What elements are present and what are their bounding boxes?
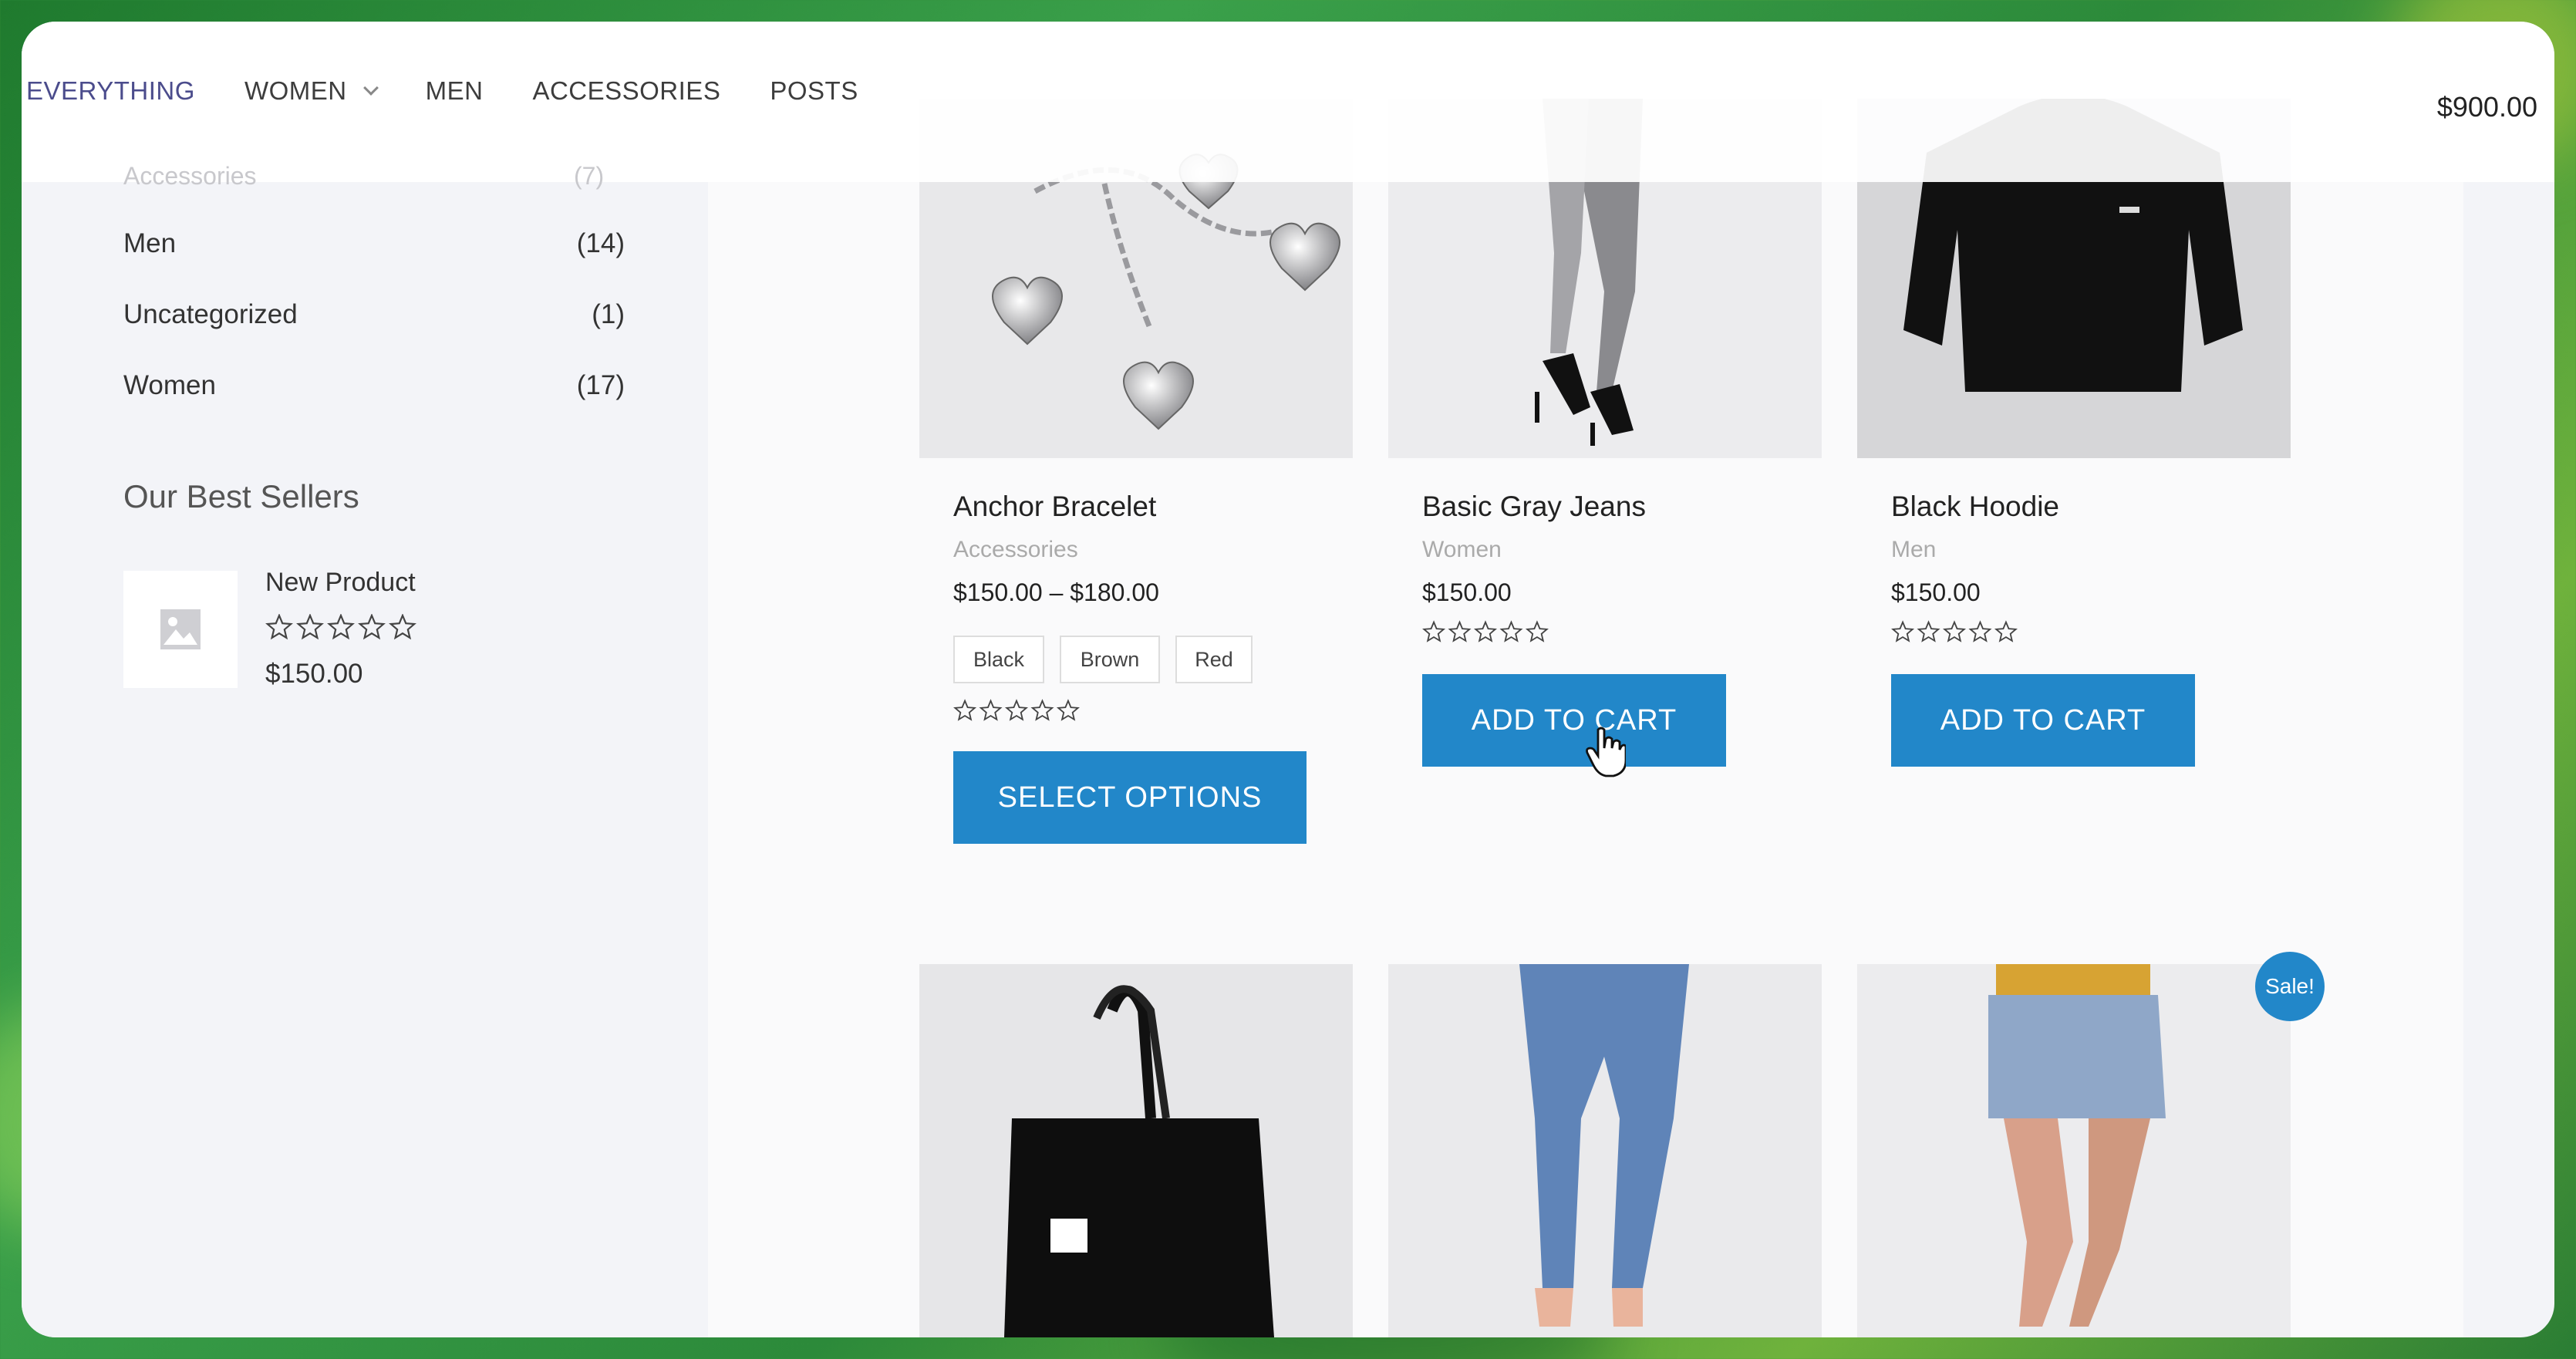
product-image-handbag[interactable]: [919, 964, 1353, 1337]
swatch-black[interactable]: Black: [953, 636, 1044, 683]
product-price: $150.00: [1422, 578, 1512, 606]
product-grid: Anchor Bracelet Accessories $150.00 – $1…: [708, 22, 2463, 1337]
star-icon: [1056, 699, 1080, 721]
sidebar-category-uncategorized[interactable]: Uncategorized (1): [123, 299, 625, 330]
star-icon: [1891, 620, 1915, 642]
star-icon: [389, 613, 416, 640]
star-icon: [1994, 620, 2018, 642]
product-category[interactable]: Accessories: [953, 537, 1078, 563]
star-icon: [1525, 620, 1549, 642]
star-rating-icon: [265, 613, 416, 646]
product-category[interactable]: Women: [1422, 537, 1502, 563]
star-icon: [979, 699, 1003, 721]
product-title[interactable]: Anchor Bracelet: [953, 491, 1156, 523]
star-icon: [1968, 620, 1992, 642]
star-icon: [327, 613, 355, 640]
best-sellers-title: Our Best Sellers: [123, 478, 359, 514]
swatch-red[interactable]: Red: [1175, 636, 1253, 683]
star-icon: [265, 613, 293, 640]
placeholder-image-icon[interactable]: [123, 571, 238, 688]
nav-men[interactable]: MEN: [426, 76, 484, 106]
star-icon: [953, 699, 977, 721]
star-icon: [1004, 699, 1029, 721]
star-icon: [1499, 620, 1523, 642]
category-count: (14): [576, 228, 625, 258]
add-to-cart-button[interactable]: ADD TO CART: [1891, 674, 2195, 767]
star-rating-icon: [953, 699, 1080, 727]
swatch-brown[interactable]: Brown: [1060, 636, 1160, 683]
sale-badge: Sale!: [2255, 952, 2325, 1021]
star-icon: [1473, 620, 1498, 642]
star-icon: [1942, 620, 1967, 642]
best-seller-price: $150.00: [265, 659, 363, 689]
sidebar: Men (14) Uncategorized (1) Women (17) Ou…: [22, 22, 708, 1337]
cart-total[interactable]: $900.00: [2437, 91, 2537, 123]
chevron-down-icon: [362, 80, 379, 96]
category-name[interactable]: Uncategorized: [123, 299, 298, 330]
category-count: (17): [576, 370, 625, 400]
browser-frame: Men (14) Uncategorized (1) Women (17) Ou…: [22, 22, 2554, 1337]
category-count: (1): [592, 299, 625, 329]
product-category[interactable]: Men: [1891, 537, 1936, 563]
category-name[interactable]: Men: [123, 228, 176, 259]
nav-posts[interactable]: POSTS: [770, 76, 858, 106]
sidebar-category-men[interactable]: Men (14): [123, 228, 625, 259]
category-name[interactable]: Women: [123, 370, 216, 401]
category-count: (7): [574, 162, 605, 190]
product-price: $150.00: [1891, 578, 1981, 606]
product-title[interactable]: Basic Gray Jeans: [1422, 491, 1646, 523]
product-image-blue-jeans[interactable]: [1388, 964, 1822, 1337]
star-icon: [358, 613, 386, 640]
product-price: $150.00 – $180.00: [953, 578, 1159, 606]
add-to-cart-button[interactable]: ADD TO CART: [1422, 674, 1726, 767]
nav-accessories[interactable]: ACCESSORIES: [532, 76, 720, 106]
top-navigation: EVERYTHING WOMEN MEN ACCESSORIES POSTS $…: [22, 22, 2554, 182]
star-rating-icon: [1422, 620, 1549, 649]
nav-everything[interactable]: EVERYTHING: [26, 76, 195, 106]
star-icon: [1917, 620, 1940, 642]
star-rating-icon: [1891, 620, 2018, 649]
star-icon: [1030, 699, 1054, 721]
sidebar-category-accessories[interactable]: Accessories: [123, 162, 257, 191]
nav-women[interactable]: WOMEN: [244, 76, 379, 106]
product-title[interactable]: Black Hoodie: [1891, 491, 2059, 523]
hand-cursor-icon: [1586, 727, 1627, 783]
best-seller-name[interactable]: New Product: [265, 568, 416, 598]
star-icon: [1422, 620, 1446, 642]
star-icon: [1448, 620, 1472, 642]
select-options-button[interactable]: SELECT OPTIONS: [953, 751, 1307, 844]
star-icon: [296, 613, 324, 640]
sidebar-category-women[interactable]: Women (17): [123, 370, 625, 401]
product-image-denim-shorts[interactable]: [1857, 964, 2291, 1337]
